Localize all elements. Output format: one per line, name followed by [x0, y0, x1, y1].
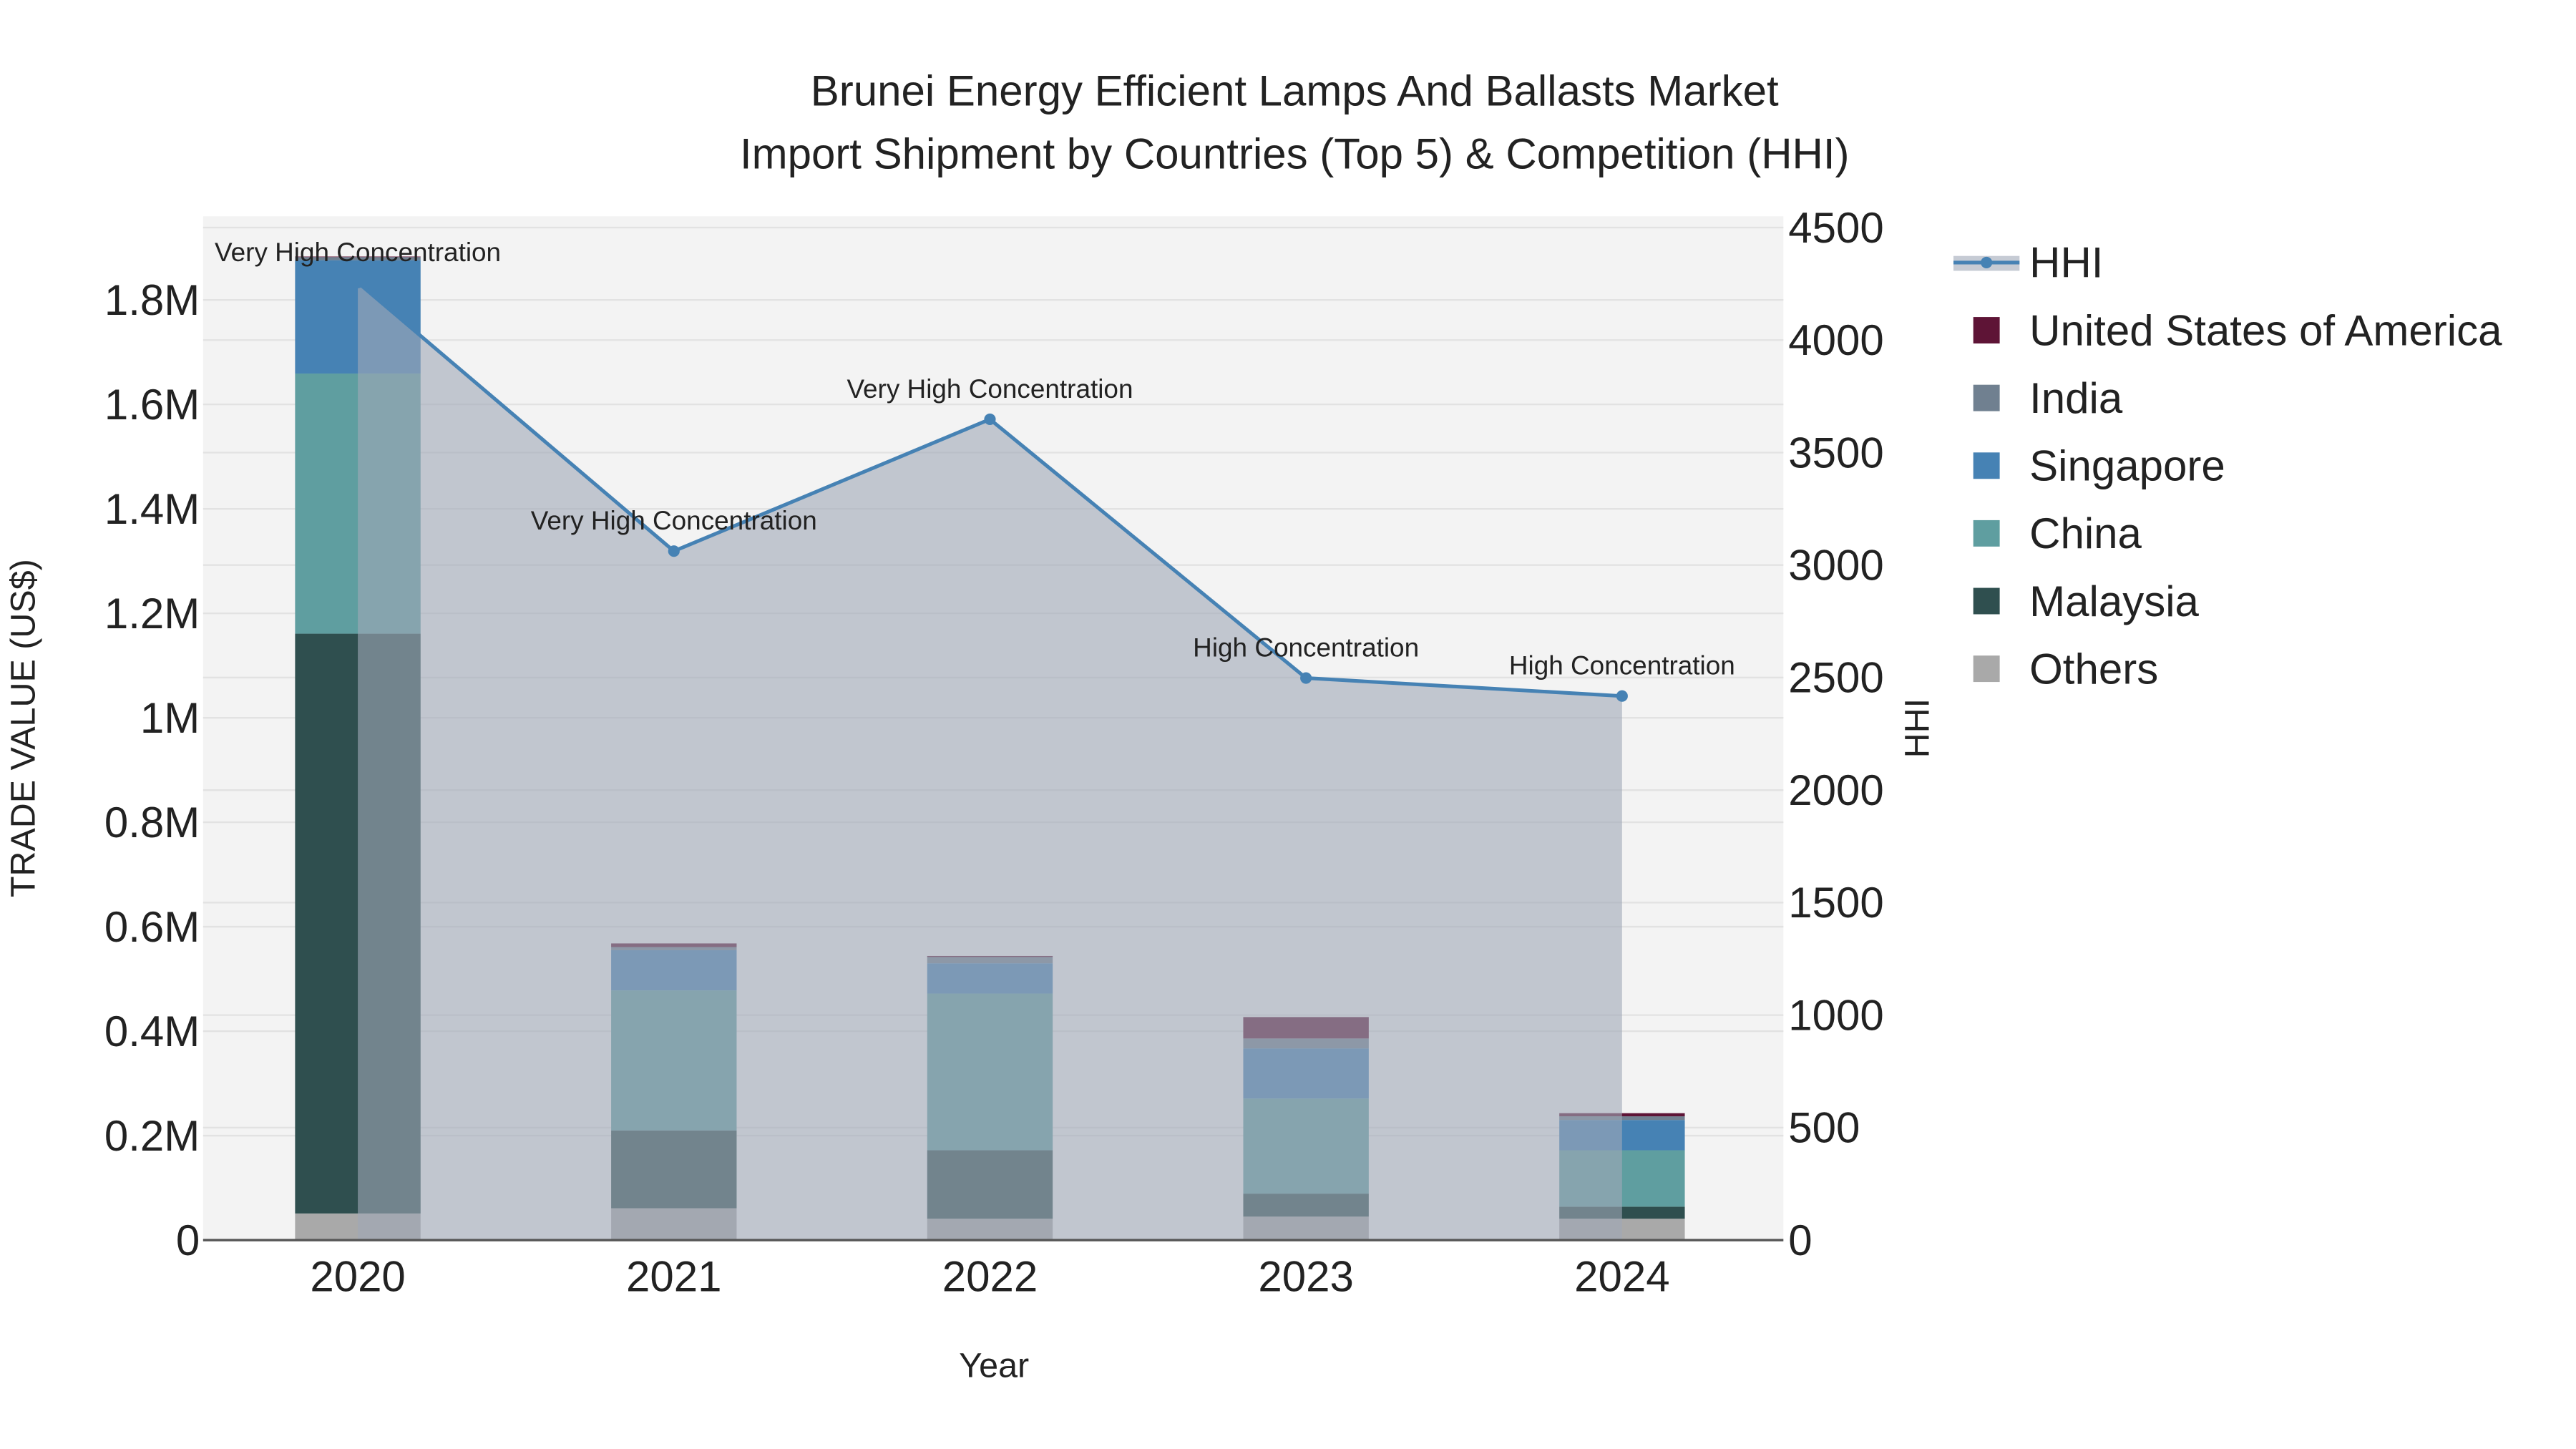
y2-tick-label: 1500 [1788, 879, 1883, 927]
hhi-annotation: High Concentration [1193, 633, 1419, 663]
y2-tick-label: 2500 [1788, 654, 1883, 702]
y2-tick-label: 4000 [1788, 316, 1883, 364]
y2-tick-label: 4500 [1788, 204, 1883, 252]
x-tick-label: 2024 [1574, 1253, 1669, 1301]
legend-label: China [2029, 509, 2142, 557]
y2-tick-label: 3000 [1788, 541, 1883, 589]
y-tick-label: 1.4M [104, 485, 200, 533]
y-tick-label: 1.6M [104, 381, 200, 429]
hhi-trade-chart: Very High Concentration Very High Concent… [4, 67, 2502, 1385]
hhi-annotation: High Concentration [1509, 651, 1735, 680]
y2-tick-label: 1000 [1788, 991, 1883, 1039]
x-axis-title: Year [959, 1347, 1029, 1385]
legend-swatch [1973, 655, 2000, 683]
y2-tick-label: 0 [1788, 1216, 1812, 1264]
y-axis-title: TRADE VALUE (US$) [4, 559, 42, 897]
hhi-point [352, 276, 364, 288]
y-tick-label: 0.6M [104, 903, 200, 951]
x-tick-label: 2021 [626, 1253, 721, 1301]
legend-label: Others [2029, 645, 2158, 693]
y2-tick-label: 500 [1788, 1104, 1860, 1152]
y-tick-label: 1M [140, 694, 200, 742]
legend-swatch [1973, 452, 2000, 479]
legend-hhi-marker [1981, 256, 1993, 268]
legend-label: Malaysia [2029, 577, 2199, 625]
hhi-annotation: Very High Concentration [847, 374, 1133, 404]
legend-swatch [1973, 519, 2000, 547]
y-tick-label: 1.2M [104, 590, 200, 638]
y2-tick-label: 3500 [1788, 429, 1883, 477]
y-tick-label: 0 [176, 1216, 200, 1264]
hhi-annotation: Very High Concentration [215, 238, 501, 267]
legend-label: India [2029, 374, 2123, 422]
legend-swatch [1973, 587, 2000, 615]
legend-swatch [1973, 384, 2000, 411]
y-tick-label: 0.4M [104, 1008, 200, 1055]
hhi-point [1616, 690, 1628, 702]
x-tick-label: 2022 [942, 1253, 1038, 1301]
y2-tick-label: 2000 [1788, 766, 1883, 814]
hhi-point [1300, 672, 1312, 684]
hhi-annotation: Very High Concentration [531, 506, 817, 535]
y-tick-label: 0.8M [104, 799, 200, 847]
legend-swatch [1973, 317, 2000, 343]
legend-label: Singapore [2029, 442, 2225, 490]
hhi-point [668, 545, 680, 557]
x-tick-label: 2023 [1258, 1253, 1353, 1301]
y-tick-label: 0.2M [104, 1112, 200, 1160]
y-tick-label: 1.8M [104, 276, 200, 324]
legend-label: United States of America [2029, 306, 2502, 354]
hhi-point [984, 413, 996, 426]
chart-title: Brunei Energy Efficient Lamps And Ballas… [811, 67, 1779, 115]
chart-subtitle: Import Shipment by Countries (Top 5) & C… [740, 130, 1850, 177]
x-tick-label: 2020 [310, 1253, 405, 1301]
legend-label: HHI [2029, 239, 2103, 287]
y2-axis-title: HHI [1898, 698, 1936, 758]
